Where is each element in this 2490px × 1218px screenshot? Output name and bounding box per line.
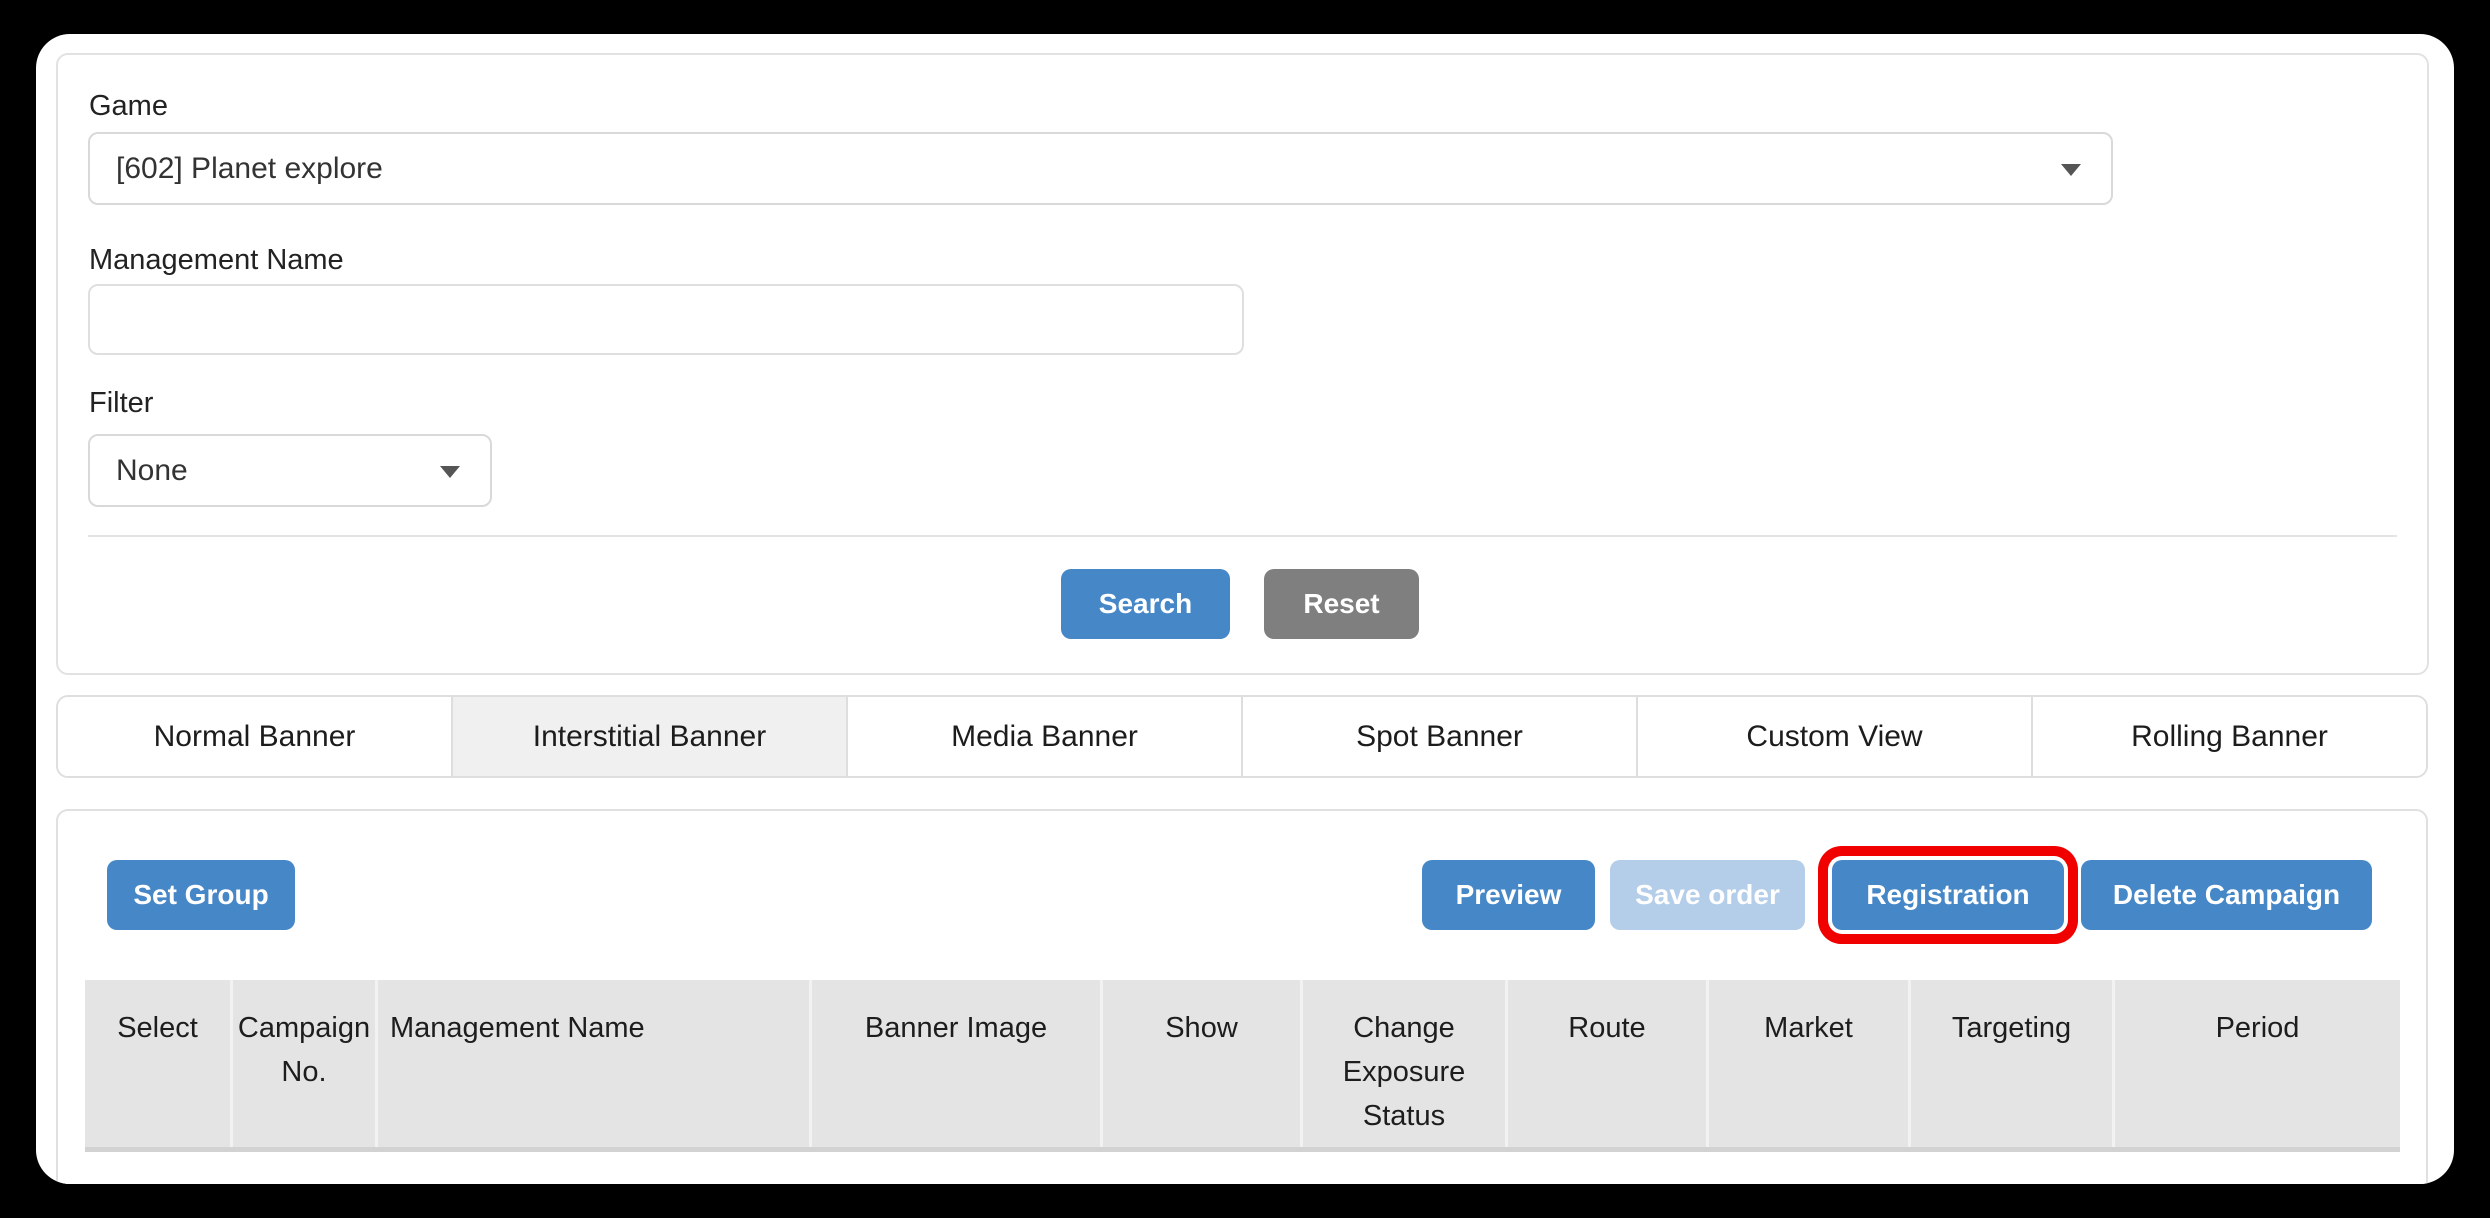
column-header-show: Show	[1100, 980, 1300, 1147]
tab-normal-banner[interactable]: Normal Banner	[58, 697, 451, 776]
chevron-down-icon	[440, 466, 460, 478]
game-label: Game	[89, 88, 168, 124]
column-header-select: Select	[85, 980, 230, 1147]
campaign-panel: Set Group Preview Save order Registratio…	[56, 809, 2428, 1184]
column-header-market: Market	[1706, 980, 1908, 1147]
filter-select-value: None	[90, 454, 188, 488]
reset-button[interactable]: Reset	[1264, 569, 1419, 639]
tab-custom-view[interactable]: Custom View	[1636, 697, 2031, 776]
screenshot-frame: Game [602] Planet explore Management Nam…	[0, 0, 2490, 1218]
campaign-table: Select Campaign No. Management Name Bann…	[85, 980, 2400, 1184]
delete-campaign-button[interactable]: Delete Campaign	[2081, 860, 2372, 930]
banner-type-tabbar: Normal Banner Interstitial Banner Media …	[56, 695, 2428, 778]
column-header-banner-image: Banner Image	[809, 980, 1100, 1147]
preview-button[interactable]: Preview	[1422, 860, 1595, 930]
set-group-button[interactable]: Set Group	[107, 860, 295, 930]
tab-spot-banner[interactable]: Spot Banner	[1241, 697, 1636, 776]
empty-table-row	[85, 1152, 2400, 1184]
column-header-change-exposure-status: Change Exposure Status	[1300, 980, 1505, 1147]
registration-button-highlighted[interactable]: Registration	[1832, 860, 2064, 930]
filter-label: Filter	[89, 385, 153, 421]
save-order-button[interactable]: Save order	[1610, 860, 1805, 930]
management-name-label: Management Name	[89, 242, 344, 278]
tab-interstitial-banner[interactable]: Interstitial Banner	[451, 697, 846, 776]
management-name-input[interactable]	[88, 284, 1244, 355]
game-select[interactable]: [602] Planet explore	[88, 132, 2113, 205]
search-button[interactable]: Search	[1061, 569, 1230, 639]
column-header-campaign-no: Campaign No.	[230, 980, 375, 1147]
column-header-route: Route	[1505, 980, 1706, 1147]
column-header-management-name: Management Name	[375, 980, 809, 1147]
game-select-value: [602] Planet explore	[90, 152, 383, 186]
admin-page: Game [602] Planet explore Management Nam…	[36, 34, 2454, 1184]
tab-rolling-banner[interactable]: Rolling Banner	[2031, 697, 2426, 776]
column-header-targeting: Targeting	[1908, 980, 2112, 1147]
chevron-down-icon	[2061, 164, 2081, 176]
filter-select[interactable]: None	[88, 434, 492, 507]
column-header-period: Period	[2112, 980, 2400, 1147]
campaign-table-header: Select Campaign No. Management Name Bann…	[85, 980, 2400, 1152]
form-divider	[88, 535, 2397, 537]
filter-card: Game [602] Planet explore Management Nam…	[56, 53, 2429, 675]
tab-media-banner[interactable]: Media Banner	[846, 697, 1241, 776]
